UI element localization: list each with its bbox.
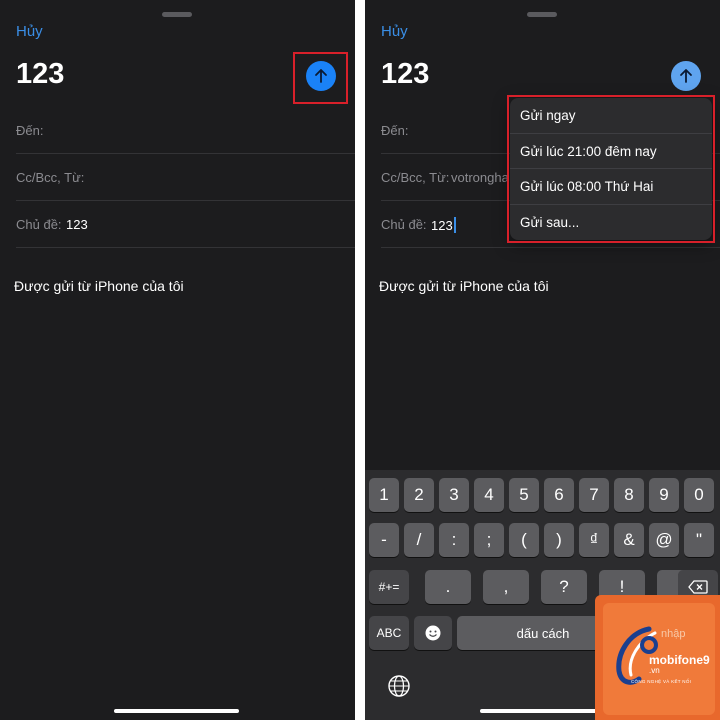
- key-symbol[interactable]: ": [684, 523, 714, 557]
- mobifone-watermark: nhập mobifone9 .vn CÔNG NGHỆ VÀ KẾT NỐI: [595, 595, 720, 720]
- key-symbol[interactable]: ;: [474, 523, 504, 557]
- email-body-signature[interactable]: Được gửi từ iPhone của tôi: [14, 278, 184, 294]
- key-punctuation[interactable]: .: [425, 570, 471, 604]
- key-symbol[interactable]: /: [404, 523, 434, 557]
- send-button-highlight: [293, 52, 348, 104]
- key-symbol[interactable]: ): [544, 523, 574, 557]
- key-symbol[interactable]: -: [369, 523, 399, 557]
- subject-value[interactable]: 123: [431, 217, 456, 233]
- key-digit[interactable]: 9: [649, 478, 679, 512]
- to-field[interactable]: Đến:: [16, 108, 355, 154]
- text-caret: [453, 217, 456, 233]
- key-symbol[interactable]: @: [649, 523, 679, 557]
- key-symbol[interactable]: ₫: [579, 523, 609, 557]
- cc-bcc-label: Cc/Bcc, Từ:: [16, 170, 85, 185]
- key-symbol[interactable]: (: [509, 523, 539, 557]
- key-punctuation[interactable]: ?: [541, 570, 587, 604]
- key-digit[interactable]: 6: [544, 478, 574, 512]
- keyboard-row-digits: 1234567890: [365, 478, 720, 514]
- backspace-icon: [688, 580, 708, 594]
- send-button[interactable]: [671, 61, 701, 91]
- sheet-grabber[interactable]: [527, 12, 557, 17]
- key-digit[interactable]: 1: [369, 478, 399, 512]
- key-abc[interactable]: ABC: [369, 616, 409, 650]
- subject-value-text: 123: [431, 218, 453, 233]
- compose-title: 123: [381, 58, 430, 90]
- subject-label: Chủ đề:: [381, 217, 427, 232]
- subject-value[interactable]: 123: [66, 217, 88, 232]
- arrow-up-icon: [680, 69, 692, 83]
- watermark-domain: .vn: [649, 666, 660, 675]
- compose-title: 123: [16, 58, 65, 90]
- to-label: Đến:: [381, 123, 409, 138]
- from-value[interactable]: votrongha: [451, 170, 509, 185]
- key-punctuation[interactable]: ,: [483, 570, 529, 604]
- home-indicator[interactable]: [480, 709, 605, 713]
- cc-bcc-label: Cc/Bcc, Từ:: [381, 170, 450, 185]
- key-symbol[interactable]: &: [614, 523, 644, 557]
- cancel-button[interactable]: Hủy: [16, 23, 43, 40]
- send-menu-highlight: [507, 95, 715, 243]
- key-digit[interactable]: 0: [684, 478, 714, 512]
- subject-field[interactable]: Chủ đề: 123: [16, 202, 355, 248]
- watermark-brand: mobifone9: [649, 653, 710, 667]
- watermark-tagline: CÔNG NGHỆ VÀ KẾT NỐI: [631, 679, 692, 684]
- sheet-grabber[interactable]: [162, 12, 192, 17]
- key-symbol[interactable]: :: [439, 523, 469, 557]
- key-more-symbols[interactable]: #+=: [369, 570, 409, 604]
- key-digit[interactable]: 3: [439, 478, 469, 512]
- key-digit[interactable]: 7: [579, 478, 609, 512]
- emoji-icon: [425, 625, 441, 641]
- globe-key[interactable]: [387, 674, 413, 700]
- key-digit[interactable]: 4: [474, 478, 504, 512]
- cc-bcc-from-field[interactable]: Cc/Bcc, Từ:: [16, 155, 355, 201]
- key-emoji[interactable]: [414, 616, 452, 650]
- watermark-overlap-text: nhập: [661, 628, 686, 640]
- key-digit[interactable]: 5: [509, 478, 539, 512]
- key-digit[interactable]: 8: [614, 478, 644, 512]
- globe-icon: [388, 675, 410, 697]
- home-indicator[interactable]: [114, 709, 239, 713]
- left-compose-screen: Hủy 123 Đến: Cc/Bcc, Từ: Chủ đề: 123 Đượ…: [0, 0, 355, 720]
- email-body-signature[interactable]: Được gửi từ iPhone của tôi: [379, 278, 549, 294]
- subject-label: Chủ đề:: [16, 217, 62, 232]
- key-digit[interactable]: 2: [404, 478, 434, 512]
- cancel-button[interactable]: Hủy: [381, 23, 408, 40]
- keyboard-row-symbols: - /:;() ₫ & @ ": [365, 523, 720, 559]
- to-label: Đến:: [16, 123, 44, 138]
